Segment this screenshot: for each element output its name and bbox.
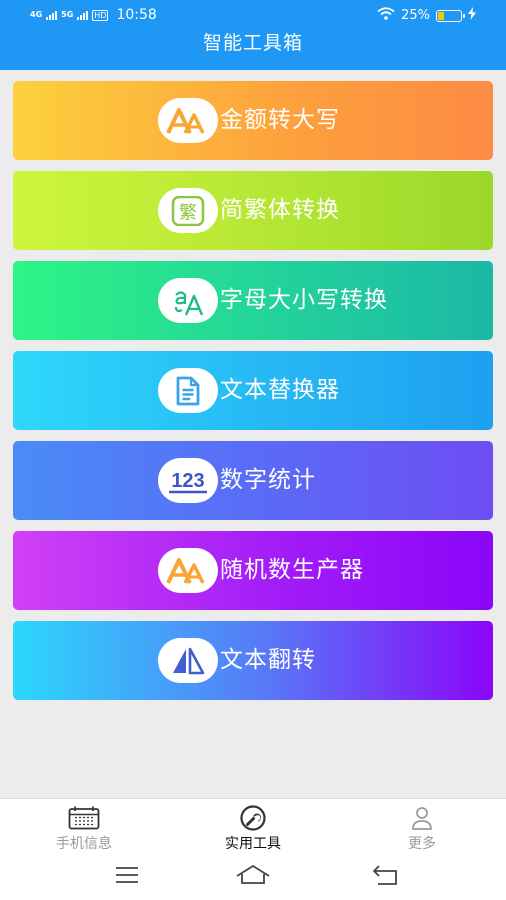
calendar-icon [24, 805, 144, 831]
tab-label: 更多 [408, 836, 436, 852]
tool-list: 金额转大写 繁 简繁体转换 字母大小写转换 文本替换器 123 数字统计 随机数… [13, 81, 493, 711]
home-icon[interactable] [236, 864, 270, 890]
traditional-char-glyph: 繁 [179, 202, 197, 223]
tool-card-text-flip[interactable]: 文本翻转 [13, 621, 493, 700]
numbers-glyph: 123 [171, 470, 204, 492]
traditional-char-icon: 繁 [158, 188, 218, 233]
status-time: 10:58 [116, 7, 157, 23]
wrench-icon [193, 805, 313, 831]
document-icon [158, 368, 218, 413]
tool-label: 简繁体转换 [220, 197, 340, 223]
tab-label: 手机信息 [56, 836, 112, 852]
font-aa-icon [158, 98, 218, 143]
flip-icon [158, 638, 218, 683]
tool-card-random-number[interactable]: 随机数生产器 [13, 531, 493, 610]
tab-label: 实用工具 [225, 836, 281, 852]
menu-icon[interactable] [115, 864, 139, 890]
tool-card-simplified-traditional[interactable]: 繁 简繁体转换 [13, 171, 493, 250]
letter-case-icon [158, 278, 218, 323]
tool-card-letter-case[interactable]: 字母大小写转换 [13, 261, 493, 340]
bottom-tab-bar: 手机信息 实用工具 更多 [0, 798, 506, 854]
status-bar: 4G 5G HD 10:58 25% [0, 6, 506, 26]
tool-label: 随机数生产器 [220, 557, 364, 583]
tool-label: 金额转大写 [220, 107, 340, 133]
number-123-icon: 123 [158, 458, 218, 503]
font-aa-icon [158, 548, 218, 593]
signal-label-2: 5G [61, 10, 74, 19]
tab-more[interactable]: 更多 [362, 805, 482, 853]
battery-percent: 25% [401, 8, 430, 23]
signal-bars-icon [46, 10, 58, 20]
wifi-icon [377, 7, 395, 24]
tool-label: 文本翻转 [220, 647, 316, 673]
person-icon [362, 805, 482, 831]
battery-icon [436, 9, 465, 22]
signal-bars-icon [77, 10, 89, 20]
hd-badge: HD [92, 9, 109, 21]
tool-card-text-replacer[interactable]: 文本替换器 [13, 351, 493, 430]
back-icon[interactable] [372, 864, 400, 890]
charging-icon [468, 7, 476, 24]
signal-label-1: 4G [30, 10, 43, 19]
tool-label: 数字统计 [220, 467, 316, 493]
tool-label: 字母大小写转换 [220, 287, 388, 313]
tool-label: 文本替换器 [220, 377, 340, 403]
app-header: 4G 5G HD 10:58 25% 智能工具箱 [0, 0, 506, 70]
page-title: 智能工具箱 [202, 32, 303, 54]
tab-utility-tools[interactable]: 实用工具 [193, 805, 313, 853]
tool-card-amount-uppercase[interactable]: 金额转大写 [13, 81, 493, 160]
system-nav-bar [0, 854, 506, 900]
tab-phone-info[interactable]: 手机信息 [24, 805, 144, 853]
tool-card-number-stats[interactable]: 123 数字统计 [13, 441, 493, 520]
